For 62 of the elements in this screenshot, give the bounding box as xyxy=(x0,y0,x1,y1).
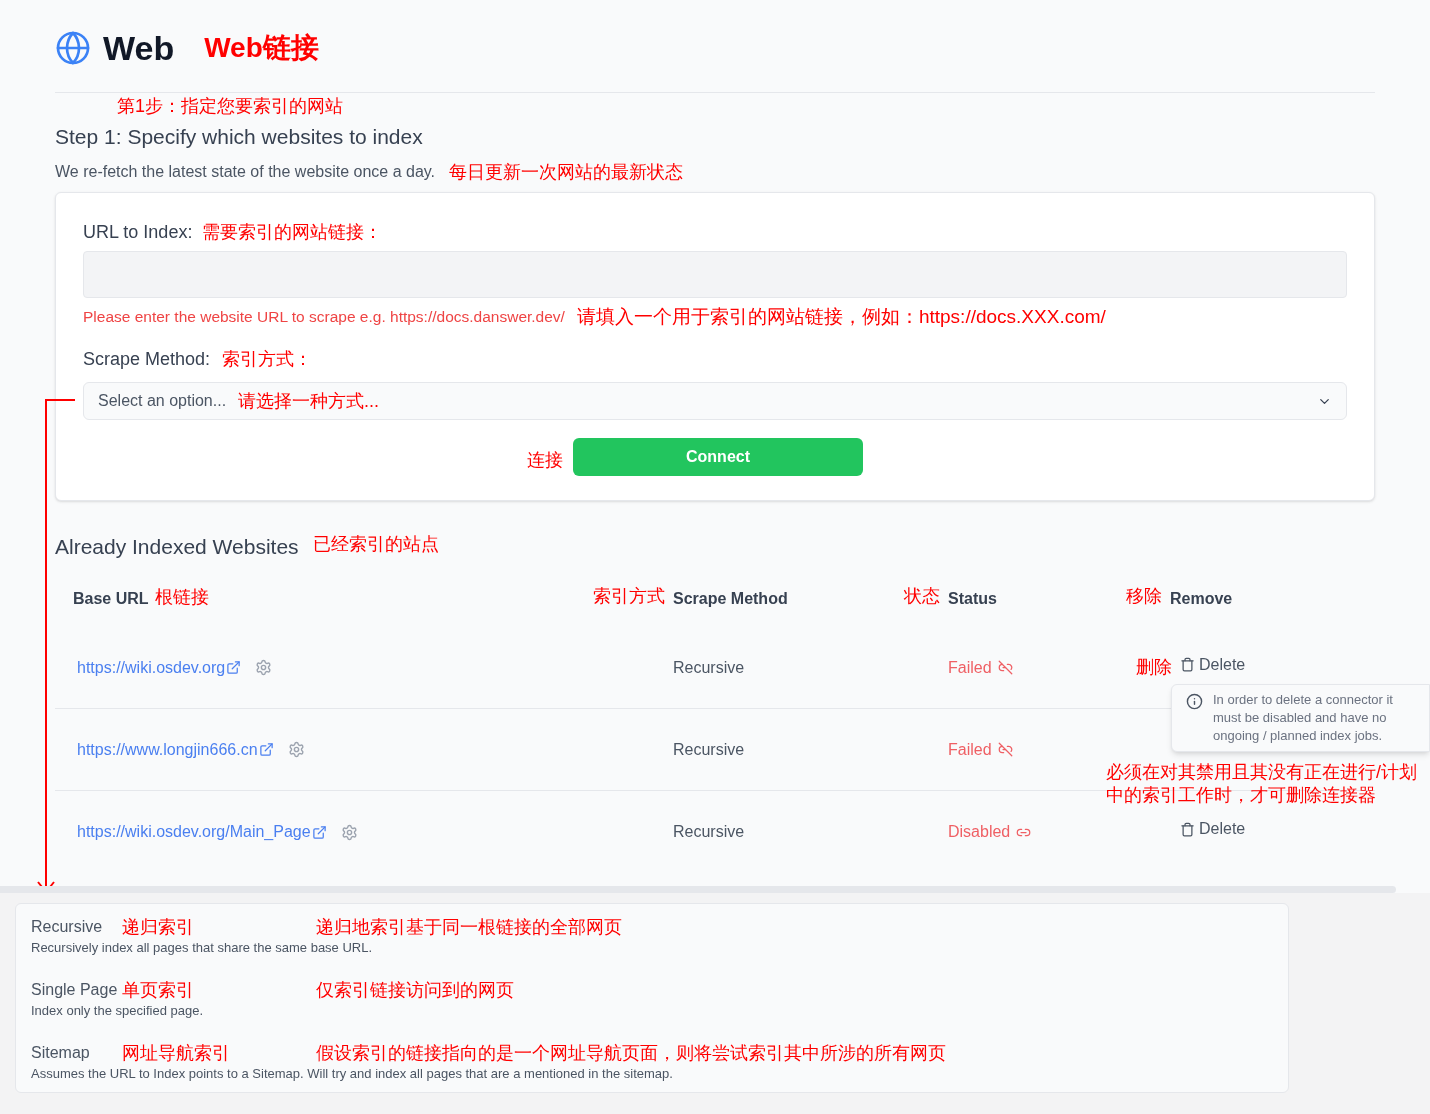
table-cell: Recursive xyxy=(673,740,745,758)
globe-icon xyxy=(55,30,91,66)
annotation-text: 必须在对其禁用且其没有正在进行/计划中的索引工作时，才可删除连接器 xyxy=(1106,761,1418,807)
status-text: Failed xyxy=(948,739,992,760)
annotation-text: 根链接 xyxy=(154,585,209,609)
annotation-text: 单页索引 xyxy=(122,978,194,1002)
section-title: Already Indexed Websites xyxy=(55,534,299,561)
dropdown-option[interactable]: Recursive 递归索引 递归地索引基于同一根链接的全部网页 Recursively index all pages that share the same base URL. xyxy=(31,916,1273,979)
page-title: Web xyxy=(103,27,175,69)
site-link[interactable]: https://wiki.osdev.org xyxy=(77,655,242,680)
annotation-text: 递归索引 xyxy=(122,915,194,939)
annotation-text: Web链接 xyxy=(204,31,319,65)
column-header: Scrape Method xyxy=(673,589,788,609)
annotation-text: 需要索引的网站链接： xyxy=(202,220,383,244)
settings-icon[interactable] xyxy=(287,741,305,758)
annotation-text: 请选择一种方式... xyxy=(238,389,380,413)
tooltip-text: In order to delete a connector it must be disabled and have no ongoing / planned index jobs. xyxy=(1213,691,1394,745)
annotation-text: 状态 xyxy=(904,585,940,608)
field-label: Scrape Method: xyxy=(83,347,211,371)
status-text: Failed xyxy=(948,657,992,678)
broken-link-icon xyxy=(997,742,1013,757)
annotation-text: 每日更新一次网站的最新状态 xyxy=(449,160,684,184)
scrape-method-select[interactable]: Select an option... 请选择一种方式... xyxy=(83,382,1347,420)
annotation-text: 连接 xyxy=(527,448,563,472)
step-description: We re-fetch the latest state of the website once a day. xyxy=(55,162,436,182)
broken-link-icon xyxy=(997,660,1013,675)
external-link-icon xyxy=(258,742,274,757)
settings-icon[interactable] xyxy=(255,659,273,676)
site-link[interactable]: https://wiki.osdev.org/Main_Page xyxy=(77,820,327,844)
annotation-text: 索引方式 xyxy=(593,585,665,608)
step-title: Step 1: Specify which websites to index xyxy=(55,124,423,151)
status-text: Disabled xyxy=(948,822,1011,842)
annotation-text: 删除 xyxy=(1136,656,1172,679)
external-link-icon xyxy=(226,660,242,675)
table-cell: Recursive xyxy=(673,823,745,840)
info-icon xyxy=(1186,693,1203,710)
trash-icon xyxy=(1180,657,1195,672)
table-cell: Recursive xyxy=(673,658,745,676)
trash-icon xyxy=(1180,821,1195,837)
column-header: Base URL xyxy=(73,589,149,609)
error-message: Please enter the website URL to scrape e.g. https://docs.danswer.dev/ xyxy=(83,307,565,328)
delete-button[interactable]: Delete xyxy=(1180,817,1246,841)
annotation-text: 网址导航索引 xyxy=(122,1041,230,1065)
annotation-text: 第1步：指定您要索引的网站 xyxy=(117,94,343,118)
annotation-text: 仅索引链接访问到的网页 xyxy=(316,978,514,1002)
dropdown-option[interactable]: Single Page 单页索引 仅索引链接访问到的网页 Index only the specified page. xyxy=(31,979,1273,1042)
site-link[interactable]: https://www.longjin666.cn xyxy=(77,737,274,762)
column-header: Remove xyxy=(1170,589,1233,609)
delete-button[interactable]: Delete xyxy=(1180,652,1246,677)
url-input-field[interactable] xyxy=(83,251,1347,298)
scrollbar[interactable] xyxy=(0,886,1396,893)
field-label: URL to Index: xyxy=(83,220,193,244)
annotation-text: 移除 xyxy=(1126,585,1162,608)
annotation-text: 已经索引的站点 xyxy=(312,532,439,556)
annotation-text: 请填入一个用于索引的网站链接，例如：https://docs.XXX.com/ xyxy=(576,304,1106,329)
annotation-text: 递归地索引基于同一根链接的全部网页 xyxy=(316,915,622,939)
settings-icon[interactable] xyxy=(340,823,358,841)
external-link-icon xyxy=(311,824,327,840)
column-header: Status xyxy=(948,589,997,609)
dropdown-option[interactable]: Sitemap 网址导航索引 假设索引的链接指向的是一个网址导航页面，则将尝试索引其中所涉的所有网页 Assumes the URL to Index points to a Sitemap. Will try and index all pages that are a mentioned in the sitemap. xyxy=(31,1042,1273,1105)
annotation-text: 索引方式： xyxy=(222,347,313,371)
annotation-text: 假设索引的链接指向的是一个网址导航页面，则将尝试索引其中所涉的所有网页 xyxy=(316,1041,946,1065)
